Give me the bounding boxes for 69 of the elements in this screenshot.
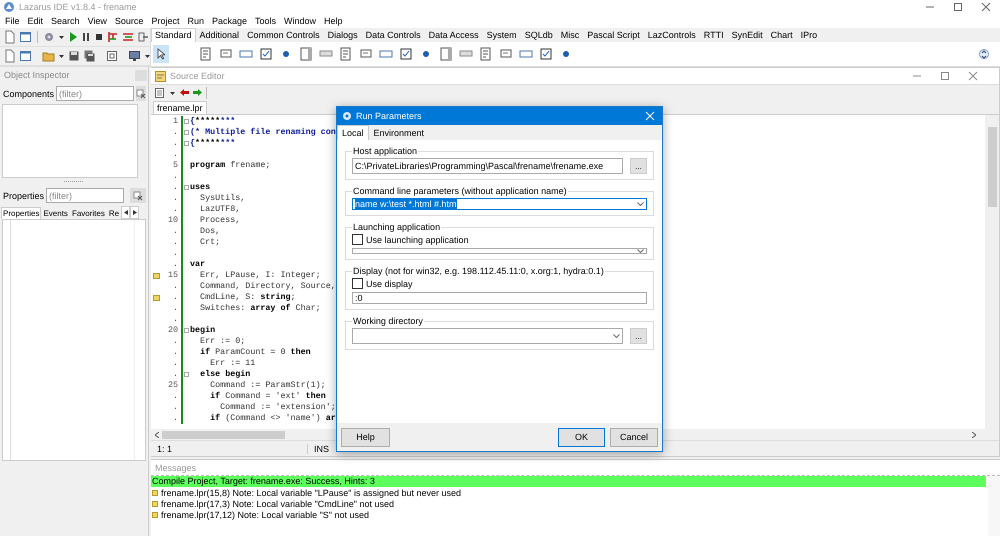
code-line: Process, — [199, 215, 240, 226]
group-label: Command line parameters (without application name) — [352, 186, 568, 196]
checkbox-label: Use display — [366, 278, 413, 288]
code-line: Switches: array of Char; — [199, 303, 321, 314]
line-number: . — [172, 336, 179, 347]
code-line: var — [189, 259, 206, 270]
line-number: . — [172, 237, 179, 248]
line-number: . — [172, 204, 179, 215]
code-line: if ParamCount = 0 then — [199, 347, 311, 358]
line-number: . — [172, 182, 179, 193]
code-line: Command, Directory, Source, — [199, 281, 336, 292]
line-number: . — [172, 358, 179, 369]
line-number: . — [172, 402, 179, 413]
group-label: Launching application — [352, 222, 442, 232]
code-line: uses — [189, 182, 210, 193]
cursor-position: 1: 1 — [151, 444, 308, 454]
line-number: . — [172, 226, 179, 237]
code-line: Err, LPause, I: Integer; — [199, 270, 321, 281]
code-line: {******** — [189, 138, 236, 149]
group-label: Working directory — [352, 316, 424, 326]
code-line: begin — [189, 325, 216, 336]
field-label: Properties — [3, 190, 44, 200]
line-number: 10 — [166, 215, 179, 226]
line-number: . — [172, 347, 179, 358]
line-number: 1 — [172, 116, 179, 127]
panel-title: Object Inspector — [4, 70, 70, 80]
line-number: . — [172, 391, 179, 402]
line-number: . — [172, 413, 179, 424]
code-line: SysUtils, — [199, 193, 246, 204]
code-line: (* Multiple file renaming con — [189, 127, 336, 138]
line-number: . — [172, 248, 179, 259]
line-number: . — [172, 149, 179, 160]
message-summary: Compile Project, Target: frename.exe: Success, Hints: 3 — [151, 476, 986, 487]
insert-mode: INS — [313, 444, 330, 454]
code-line: Dos, — [199, 226, 220, 237]
code-line: CmdLine, S: string; — [199, 292, 296, 303]
group-label: Host application — [352, 146, 418, 156]
line-number: 20 — [166, 325, 179, 336]
line-number: . — [172, 292, 179, 303]
code-line: {******** — [189, 116, 236, 127]
line-number: 25 — [166, 380, 179, 391]
line-number: . — [172, 314, 179, 325]
code-line: Command := ParamStr(1); — [209, 380, 326, 391]
line-number: . — [172, 171, 179, 182]
line-number: 5 — [172, 160, 179, 171]
panel-title: Source Editor — [170, 71, 225, 81]
group-label: Display (not for win32, e.g. 198.112.45.11:0, x.org:1, hydra:0.1) — [352, 266, 605, 276]
field-label: Components — [3, 88, 54, 98]
line-number: . — [172, 259, 179, 270]
checkbox-label: Use launching application — [366, 234, 469, 244]
code-line: program frename; — [189, 160, 270, 171]
code-line: else begin — [199, 369, 250, 380]
code-line: Err := 0; — [199, 336, 246, 347]
code-line: if (Command <> 'name') ar — [209, 413, 336, 424]
code-line: Command := 'extension'; — [219, 402, 336, 413]
line-number: . — [172, 127, 179, 138]
line-number: . — [172, 369, 179, 380]
line-number: . — [172, 138, 179, 149]
code-line: Err := 11 — [209, 358, 256, 369]
window-title: Lazarus IDE v1.8.4 - frename — [19, 2, 138, 12]
line-number: . — [172, 303, 179, 314]
panel-title: Messages — [155, 462, 196, 472]
line-number: . — [172, 193, 179, 204]
dialog-title: Run Parameters — [356, 111, 422, 121]
code-line: Crt; — [199, 237, 220, 248]
line-number: 15 — [166, 270, 179, 281]
code-line: LazUTF8, — [199, 204, 240, 215]
code-line: if Command = 'ext' then — [209, 391, 326, 402]
line-number: . — [172, 281, 179, 292]
